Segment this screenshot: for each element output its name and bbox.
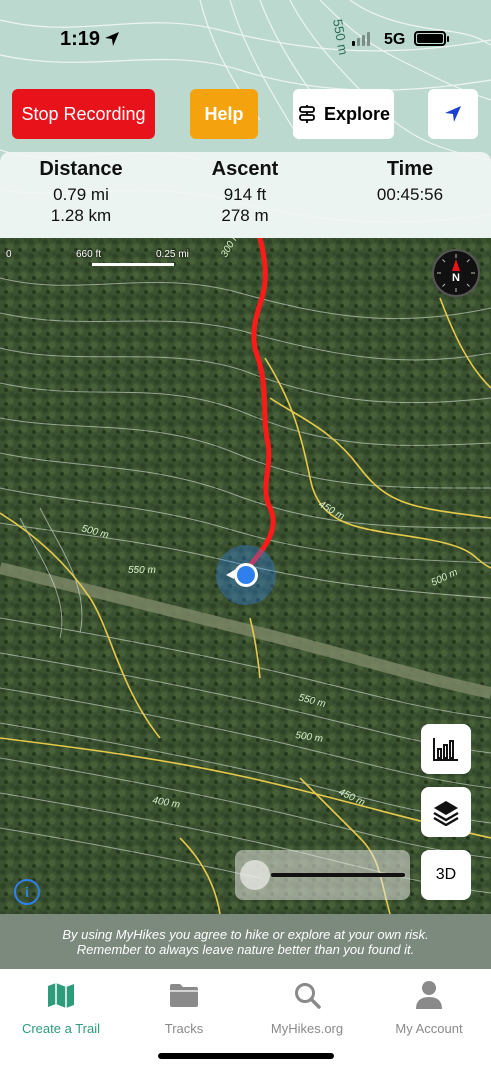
time-stat: Time 00:45:56	[355, 158, 465, 205]
scale-bar-line	[92, 263, 174, 266]
ascent-stat: Ascent 914 ft 278 m	[190, 158, 300, 226]
navigation-arrow-icon	[445, 106, 461, 122]
disclaimer-banner: By using MyHikes you agree to hike or ex…	[0, 914, 491, 969]
explore-label: Explore	[323, 103, 391, 124]
stop-recording-button[interactable]: Stop Recording	[12, 89, 155, 139]
time-label: Time	[386, 158, 434, 180]
slider-knob[interactable]	[240, 860, 270, 890]
tab-label: My Account	[395, 1021, 463, 1036]
map-layers-button[interactable]	[421, 787, 471, 837]
ascent-label: Ascent	[211, 158, 279, 180]
tab-tracks[interactable]: Tracks	[124, 975, 244, 1036]
layers-icon	[433, 801, 459, 826]
location-arrow-icon	[105, 32, 119, 46]
scale-label-miles: 0.25 mi	[156, 249, 189, 260]
map-icon	[48, 983, 74, 1008]
tab-label: Tracks	[164, 1021, 204, 1036]
battery-icon	[414, 31, 449, 46]
folder-icon	[170, 984, 198, 1007]
ascent-meters: 278 m	[221, 206, 269, 225]
search-icon	[295, 983, 321, 1009]
3d-toggle-button[interactable]: 3D	[421, 850, 471, 900]
tab-my-account[interactable]: My Account	[369, 975, 489, 1036]
explore-button[interactable]: Explore	[293, 89, 394, 139]
status-time: 1:19	[60, 28, 101, 50]
time-value: 00:45:56	[376, 185, 444, 204]
distance-stat: Distance 0.79 mi 1.28 km	[26, 158, 136, 226]
elevation-chart-button[interactable]	[421, 724, 471, 774]
help-button[interactable]: Help	[190, 89, 258, 139]
signpost-icon	[299, 105, 315, 123]
status-bar: 1:19 5G	[0, 0, 491, 80]
bar-chart-icon	[433, 738, 458, 761]
map-info-icon[interactable]: i	[14, 879, 40, 905]
locate-me-button[interactable]	[428, 89, 478, 139]
disclaimer-line-1: By using MyHikes you agree to hike or ex…	[62, 927, 429, 942]
map-scale-bar: 0 660 ft 0.25 mi	[0, 246, 200, 270]
tab-myhikes-org[interactable]: MyHikes.org	[247, 975, 367, 1036]
home-indicator	[158, 1053, 334, 1059]
scale-label-feet: 660 ft	[76, 249, 102, 260]
tab-label: Create a Trail	[21, 1021, 101, 1036]
slider-track	[271, 873, 405, 877]
ascent-feet: 914 ft	[223, 185, 267, 204]
satellite-map[interactable]: 300 m 450 m 500 m 550 m 500 m 550 m 500 …	[0, 238, 491, 914]
tab-create-a-trail[interactable]: Create a Trail	[1, 975, 121, 1036]
network-type: 5G	[384, 31, 406, 48]
map-canvas: 300 m 450 m 500 m 550 m 500 m 550 m 500 …	[0, 238, 491, 914]
scale-label-zero: 0	[6, 249, 12, 260]
distance-label: Distance	[39, 158, 123, 180]
person-icon	[416, 981, 442, 1009]
recording-stats-panel: Distance 0.79 mi 1.28 km Ascent 914 ft 2…	[0, 152, 491, 238]
tab-label: MyHikes.org	[270, 1021, 344, 1036]
compass-north-label: N	[452, 272, 460, 284]
map-opacity-slider[interactable]	[235, 850, 410, 900]
signal-icon	[352, 30, 370, 46]
compass-button[interactable]: N	[432, 249, 480, 297]
contour-label: 550 m	[128, 565, 156, 576]
current-location-dot	[237, 566, 255, 584]
disclaimer-line-2: Remember to always leave nature better t…	[76, 942, 415, 957]
distance-miles: 0.79 mi	[53, 185, 109, 204]
distance-km: 1.28 km	[50, 206, 112, 225]
bottom-tab-bar: Create a Trail Tracks MyHikes.org My Acc…	[0, 969, 491, 1068]
